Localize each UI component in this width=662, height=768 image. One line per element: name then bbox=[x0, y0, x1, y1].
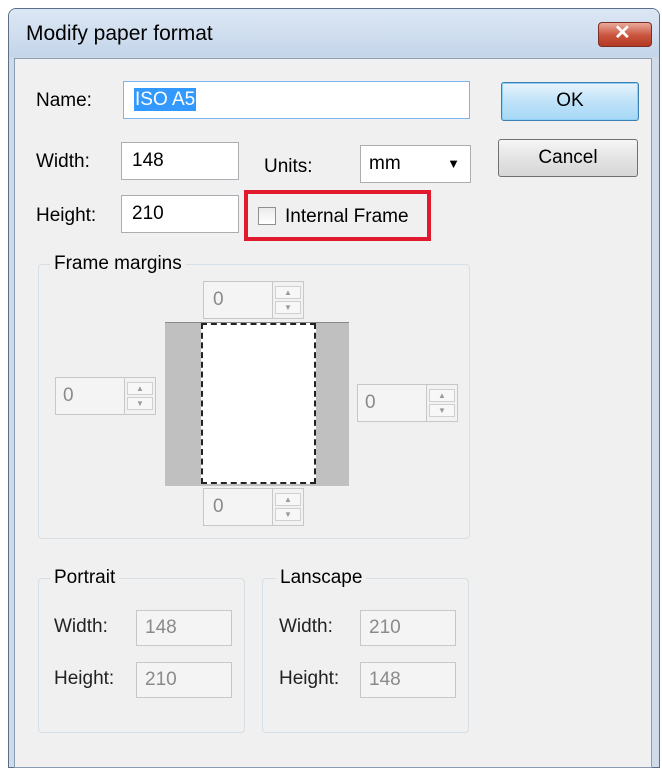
portrait-height-field: 210 bbox=[136, 662, 232, 698]
width-input[interactable]: 148 bbox=[121, 142, 239, 180]
right-margin-arrows[interactable]: ▲ ▼ bbox=[426, 385, 457, 421]
landscape-width-label: Width: bbox=[279, 616, 333, 637]
cancel-button[interactable]: Cancel bbox=[498, 139, 638, 177]
landscape-width-field: 210 bbox=[360, 610, 456, 646]
portrait-title: Portrait bbox=[50, 567, 120, 589]
internal-frame-checkbox[interactable] bbox=[258, 207, 276, 225]
chevron-down-icon: ▼ bbox=[447, 156, 460, 171]
frame-margins-title: Frame margins bbox=[50, 253, 186, 275]
window-title: Modify paper format bbox=[26, 22, 213, 45]
name-input[interactable]: ISO A5 bbox=[123, 81, 470, 119]
left-margin-spinner[interactable]: 0 ▲ ▼ bbox=[55, 377, 156, 415]
top-margin-arrows[interactable]: ▲ ▼ bbox=[272, 282, 303, 318]
left-margin-arrows[interactable]: ▲ ▼ bbox=[124, 378, 155, 414]
spin-down-icon[interactable]: ▼ bbox=[275, 301, 301, 314]
ok-button[interactable]: OK bbox=[501, 82, 639, 121]
spin-up-icon[interactable]: ▲ bbox=[127, 382, 153, 395]
portrait-width-label: Width: bbox=[54, 616, 108, 637]
width-label: Width: bbox=[36, 151, 90, 172]
height-label: Height: bbox=[36, 205, 97, 226]
bottom-margin-value: 0 bbox=[213, 496, 224, 517]
name-label: Name: bbox=[36, 90, 92, 111]
spin-up-icon[interactable]: ▲ bbox=[275, 493, 301, 506]
landscape-title: Lanscape bbox=[276, 567, 367, 589]
left-margin-value: 0 bbox=[63, 385, 74, 406]
units-label: Units: bbox=[264, 156, 313, 177]
close-icon[interactable]: ✕ bbox=[614, 20, 631, 45]
internal-frame-label[interactable]: Internal Frame bbox=[285, 206, 409, 228]
landscape-height-label: Height: bbox=[279, 668, 340, 689]
top-margin-spinner[interactable]: 0 ▲ ▼ bbox=[203, 281, 304, 319]
spin-down-icon[interactable]: ▼ bbox=[429, 404, 455, 417]
bottom-margin-arrows[interactable]: ▲ ▼ bbox=[272, 489, 303, 525]
portrait-group bbox=[38, 578, 245, 733]
bottom-margin-spinner[interactable]: 0 ▲ ▼ bbox=[203, 488, 304, 526]
portrait-height-label: Height: bbox=[54, 668, 115, 689]
spin-up-icon[interactable]: ▲ bbox=[429, 389, 455, 402]
top-margin-value: 0 bbox=[213, 289, 224, 310]
right-margin-value: 0 bbox=[365, 392, 376, 413]
name-value: ISO A5 bbox=[134, 88, 197, 111]
units-value: mm bbox=[369, 153, 401, 174]
portrait-width-field: 148 bbox=[136, 610, 232, 646]
spin-up-icon[interactable]: ▲ bbox=[275, 286, 301, 299]
spin-down-icon[interactable]: ▼ bbox=[127, 397, 153, 410]
spin-down-icon[interactable]: ▼ bbox=[275, 508, 301, 521]
landscape-group bbox=[262, 578, 469, 733]
frame-preview bbox=[201, 323, 316, 484]
units-select[interactable]: mm ▼ bbox=[360, 145, 471, 183]
right-margin-spinner[interactable]: 0 ▲ ▼ bbox=[357, 384, 458, 422]
height-input[interactable]: 210 bbox=[121, 195, 239, 233]
landscape-height-field: 148 bbox=[360, 662, 456, 698]
